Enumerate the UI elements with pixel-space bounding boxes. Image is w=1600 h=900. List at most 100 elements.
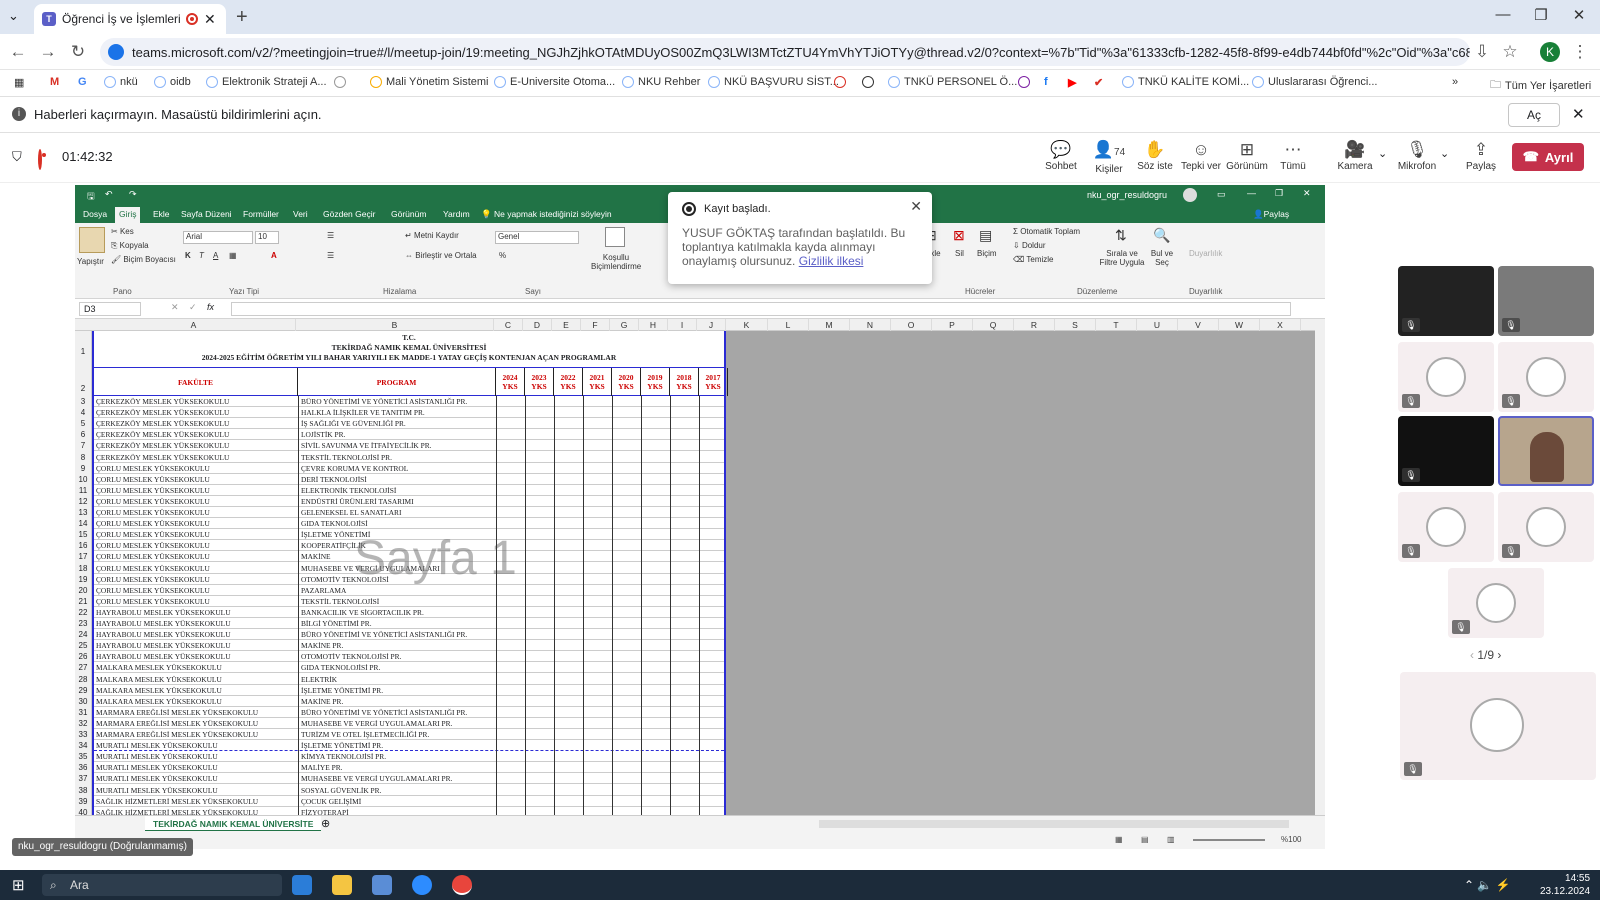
row-number[interactable]: 34 [75, 740, 91, 751]
find-select-icon[interactable]: 🔍 [1153, 227, 1170, 244]
table-row[interactable]: MARMARA EREĞLİSİ MESLEK YÜKSEKOKULU TURİZ… [94, 729, 724, 740]
excel-share-button[interactable]: 👤Paylaş [1253, 209, 1289, 220]
row-number[interactable]: 22 [75, 607, 91, 618]
row-number[interactable]: 35 [75, 751, 91, 762]
more-button[interactable]: ⋯ Tümü [1268, 139, 1318, 172]
table-row[interactable]: ÇORLU MESLEK YÜKSEKOKULU PAZARLAMA [94, 585, 724, 596]
windows-start-icon[interactable]: ⊞ [12, 876, 25, 894]
forward-icon[interactable]: → [38, 42, 58, 62]
column-header[interactable]: B [296, 319, 494, 331]
page-layout-view-icon[interactable]: ▤ [1141, 835, 1149, 844]
address-bar[interactable]: teams.microsoft.com/v2/?meetingjoin=true… [100, 38, 1470, 66]
row-number[interactable]: 13 [75, 507, 91, 518]
name-box[interactable]: D3 [79, 302, 141, 316]
participant-avatar-tile[interactable]: 🎙 [1498, 492, 1594, 562]
profile-avatar[interactable]: K [1540, 42, 1560, 62]
column-header[interactable]: W [1219, 319, 1260, 331]
participant-avatar-tile[interactable]: 🎙 [1448, 568, 1544, 638]
column-header[interactable]: T [1096, 319, 1137, 331]
excel-restore-icon[interactable]: ❐ [1275, 188, 1283, 199]
table-row[interactable]: MALKARA MESLEK YÜKSEKOKULU ELEKTRİK [94, 674, 724, 685]
table-row[interactable]: HAYRABOLU MESLEK YÜKSEKOKULU MAKİNE PR. [94, 640, 724, 652]
table-row[interactable]: HAYRABOLU MESLEK YÜKSEKOKULU BANKACILIK V… [94, 607, 724, 618]
row-number[interactable]: 8 [75, 452, 91, 463]
bookmark-item[interactable]: nkü [104, 76, 138, 88]
row-number[interactable]: 24 [75, 629, 91, 640]
function-icon[interactable]: fx [207, 302, 214, 312]
react-button[interactable]: ☺ Tepki ver [1176, 139, 1226, 172]
column-header[interactable]: R [1014, 319, 1055, 331]
next-page-icon[interactable]: › [1494, 648, 1501, 662]
bookmark-item[interactable]: NKU Rehber [622, 76, 700, 88]
cancel-edit-icon[interactable]: ✕ [171, 302, 179, 313]
row-number[interactable]: 9 [75, 463, 91, 474]
microphone-button[interactable]: 🎙 Mikrofon [1392, 139, 1442, 172]
table-row[interactable]: HAYRABOLU MESLEK YÜKSEKOKULU BÜRO YÖNETİM… [94, 629, 724, 641]
align-top-icon[interactable]: ☰ [327, 231, 334, 240]
zoom-icon[interactable] [412, 875, 432, 895]
bookmark-item[interactable]: Uluslararası Öğrenci... [1252, 76, 1377, 88]
autosum-button[interactable]: Σ Otomatik Toplam [1013, 227, 1080, 236]
sensitivity-label[interactable]: Duyarlılık [1189, 249, 1222, 258]
edge-icon[interactable] [292, 875, 312, 895]
camera-button[interactable]: 🎥 Kamera [1330, 139, 1380, 172]
tab-review[interactable]: Gözden Geçir [323, 209, 375, 219]
conditional-formatting-label[interactable]: Koşullu Biçimlendirme [591, 253, 641, 271]
bookmark-item[interactable] [1018, 76, 1030, 88]
check-bookmark-icon[interactable]: ✔ [1094, 76, 1103, 89]
redo-icon[interactable]: ↷ [129, 189, 137, 200]
bookmark-item[interactable]: oidb [154, 76, 191, 88]
excel-close-icon[interactable]: ✕ [1303, 188, 1311, 199]
participant-video-tile[interactable]: 🎙 [1398, 416, 1494, 486]
more-bookmarks-icon[interactable]: » [1452, 76, 1458, 88]
clear-button[interactable]: ⌫ Temizle [1013, 255, 1054, 264]
row-number[interactable]: 11 [75, 485, 91, 496]
file-explorer-icon[interactable] [332, 875, 352, 895]
find-select-label[interactable]: Bul ve Seç [1147, 249, 1177, 267]
row-number[interactable]: 36 [75, 762, 91, 773]
row-number[interactable]: 26 [75, 651, 91, 662]
column-header[interactable]: D [523, 319, 552, 331]
table-row[interactable]: HAYRABOLU MESLEK YÜKSEKOKULU BİLGİ YÖNETİ… [94, 618, 724, 629]
normal-view-icon[interactable]: ▦ [1115, 835, 1123, 844]
table-row[interactable]: ÇERKEZKÖY MESLEK YÜKSEKOKULU TEKSTİL TEKN… [94, 452, 724, 463]
table-print-area[interactable]: T.C. TEKİRDAĞ NAMIK KEMAL ÜNİVERSİTESİ 2… [92, 331, 728, 831]
table-row[interactable]: ÇORLU MESLEK YÜKSEKOKULU GIDA TEKNOLOJİSİ [94, 518, 724, 530]
row-number[interactable]: 19 [75, 574, 91, 585]
camera-options-chevron-icon[interactable]: ⌄ [1378, 147, 1387, 160]
table-row[interactable]: MALKARA MESLEK YÜKSEKOKULU İŞLETME YÖNETİ… [94, 685, 724, 696]
excel-minimize-icon[interactable]: — [1247, 188, 1256, 198]
browser-tab-active[interactable]: T Öğrenci İş ve İşlemleri Bilgi ✕ [34, 4, 226, 34]
participant-avatar-tile[interactable]: 🎙 [1498, 342, 1594, 412]
conditional-formatting-icon[interactable] [605, 227, 625, 247]
column-header[interactable]: A [92, 319, 296, 331]
apps-grid-icon[interactable]: ▦ [14, 76, 24, 89]
paste-icon[interactable] [79, 227, 105, 253]
table-row[interactable]: MURATLI MESLEK YÜKSEKOKULU MUHASEBE VE VE… [94, 773, 724, 785]
restore-icon[interactable]: ❐ [1526, 6, 1556, 24]
copy-button[interactable]: ⎘ Kopyala [111, 241, 149, 251]
tab-formulas[interactable]: Formüller [243, 209, 279, 219]
bookmark-item[interactable] [834, 76, 846, 88]
page-break-view-icon[interactable]: ▥ [1167, 835, 1175, 844]
table-row[interactable]: ÇERKEZKÖY MESLEK YÜKSEKOKULU HALKLA İLİŞK… [94, 407, 724, 419]
install-app-icon[interactable]: ⇩ [1472, 42, 1492, 62]
tab-home[interactable]: Giriş [115, 207, 141, 223]
table-row[interactable]: MARMARA EREĞLİSİ MESLEK YÜKSEKOKULU BÜRO … [94, 707, 724, 718]
column-header[interactable]: H [639, 319, 668, 331]
sort-filter-label[interactable]: Sırala ve Filtre Uygula [1097, 249, 1147, 267]
browser-menu-icon[interactable]: ⋮ [1570, 42, 1590, 62]
column-header[interactable]: O [891, 319, 932, 331]
column-header[interactable]: Q [973, 319, 1014, 331]
row-number[interactable]: 32 [75, 718, 91, 729]
table-row[interactable]: ÇERKEZKÖY MESLEK YÜKSEKOKULU BÜRO YÖNETİM… [94, 396, 724, 407]
table-row[interactable]: MURATLI MESLEK YÜKSEKOKULU KİMYA TEKNOLOJ… [94, 751, 724, 763]
privacy-policy-link[interactable]: Gizlilik ilkesi [799, 254, 864, 268]
horizontal-scrollbar[interactable] [819, 820, 1289, 828]
all-bookmarks-folder[interactable]: 🗀 Tüm Yer İşaretleri [1490, 76, 1591, 95]
format-cells-label[interactable]: Biçim [977, 249, 997, 258]
row-number[interactable]: 15 [75, 529, 91, 540]
row-number[interactable]: 18 [75, 563, 91, 574]
row-number[interactable]: 10 [75, 474, 91, 485]
participant-video-tile[interactable]: 🎙 [1498, 266, 1594, 336]
